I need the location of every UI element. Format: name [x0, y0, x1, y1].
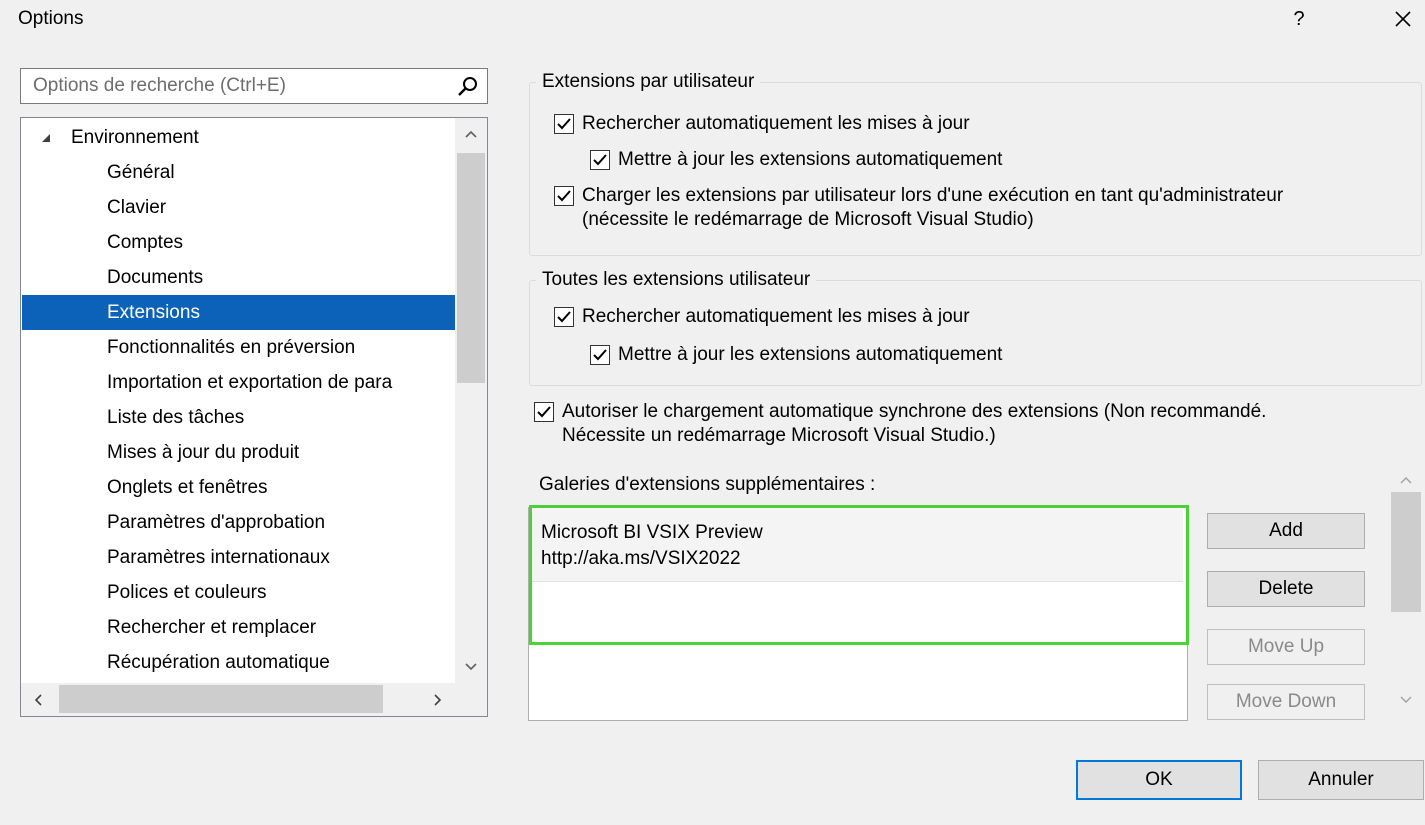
search-box — [20, 68, 488, 104]
gallery-entry-url: http://aka.ms/VSIX2022 — [541, 548, 741, 569]
close-icon — [1395, 11, 1411, 27]
scroll-right-icon[interactable] — [421, 683, 455, 716]
close-button[interactable] — [1384, 2, 1422, 36]
page-vertical-scroll-thumb[interactable] — [1391, 492, 1421, 612]
checkmark-icon — [593, 154, 607, 166]
per-user-auto-update-label: Mettre à jour les extensions automatique… — [618, 149, 1003, 170]
tree-vertical-scroll-thumb[interactable] — [457, 153, 485, 383]
collapse-triangle-icon[interactable] — [39, 133, 51, 143]
options-tree[interactable]: Environnement Général Clavier Comptes Do… — [20, 117, 488, 717]
all-users-check-updates-label: Rechercher automatiquement les mises à j… — [582, 306, 970, 327]
per-user-legend: Extensions par utilisateur — [536, 71, 761, 93]
window-title: Options — [18, 8, 84, 29]
tree-horizontal-scroll-thumb[interactable] — [59, 685, 383, 713]
tree-item-label: Environnement — [71, 127, 199, 148]
tree-item[interactable]: Paramètres d'approbation — [22, 505, 456, 540]
per-user-load-admin-label: Charger les extensions par utilisateur l… — [582, 185, 1284, 230]
ok-button[interactable]: OK — [1076, 760, 1242, 800]
all-users-check-updates-row[interactable]: Rechercher automatiquement les mises à j… — [554, 305, 970, 329]
help-icon: ? — [1293, 7, 1305, 30]
all-users-legend: Toutes les extensions utilisateur — [536, 269, 817, 291]
scroll-up-icon[interactable] — [1389, 470, 1423, 490]
tree-item[interactable]: Fonctionnalités en préversion — [22, 330, 456, 365]
search-input[interactable] — [21, 69, 465, 103]
move-up-button[interactable]: Move Up — [1207, 629, 1365, 665]
tree-item[interactable]: Polices et couleurs — [22, 575, 456, 610]
checkmark-icon — [557, 118, 571, 130]
gallery-list[interactable]: Microsoft BI VSIX Preview http://aka.ms/… — [528, 507, 1188, 721]
all-users-auto-update-checkbox[interactable] — [590, 345, 610, 365]
tree-item[interactable]: Récupération automatique — [22, 645, 456, 680]
checkmark-icon — [557, 311, 571, 323]
cancel-button[interactable]: Annuler — [1258, 760, 1424, 800]
tree-item[interactable]: Comptes — [22, 225, 456, 260]
move-down-button[interactable]: Move Down — [1207, 684, 1365, 720]
tree-item[interactable]: Documents — [22, 260, 456, 295]
gallery-entry[interactable]: Microsoft BI VSIX Preview http://aka.ms/… — [531, 510, 1183, 582]
per-user-load-admin-checkbox[interactable] — [554, 186, 574, 206]
scroll-down-icon[interactable] — [1389, 690, 1423, 710]
help-button[interactable]: ? — [1282, 2, 1316, 36]
tree-horizontal-scrollbar[interactable] — [21, 683, 487, 716]
per-user-check-updates-checkbox[interactable] — [554, 114, 574, 134]
page-vertical-scrollbar[interactable] — [1389, 470, 1423, 720]
scroll-down-icon[interactable] — [455, 651, 487, 683]
scroll-up-icon[interactable] — [455, 118, 487, 150]
tree-item[interactable]: Paramètres internationaux — [22, 540, 456, 575]
tree-item-environnement[interactable]: Environnement — [21, 120, 455, 155]
gallery-entry-name: Microsoft BI VSIX Preview — [541, 522, 763, 543]
tree-item[interactable]: Onglets et fenêtres — [22, 470, 456, 505]
tree-item[interactable]: Liste des tâches — [22, 400, 456, 435]
tree-item[interactable]: Importation et exportation de para — [22, 365, 456, 400]
per-user-auto-update-row[interactable]: Mettre à jour les extensions automatique… — [590, 148, 1002, 172]
per-user-auto-update-checkbox[interactable] — [590, 150, 610, 170]
add-button[interactable]: Add — [1207, 513, 1365, 549]
checkmark-icon — [593, 349, 607, 361]
checkmark-icon — [537, 406, 551, 418]
delete-button[interactable]: Delete — [1207, 571, 1365, 607]
scroll-left-icon[interactable] — [21, 683, 55, 716]
sync-load-label: Autoriser le chargement automatique sync… — [562, 401, 1267, 446]
tree-vertical-scrollbar[interactable] — [455, 118, 487, 683]
per-user-check-updates-label: Rechercher automatiquement les mises à j… — [582, 113, 970, 134]
search-icon[interactable] — [457, 76, 479, 98]
sync-load-checkbox[interactable] — [534, 402, 554, 422]
all-users-group: Toutes les extensions utilisateur — [529, 269, 1422, 386]
all-users-auto-update-label: Mettre à jour les extensions automatique… — [618, 344, 1003, 365]
sync-load-row[interactable]: Autoriser le chargement automatique sync… — [534, 400, 1334, 448]
tree-item[interactable]: Rechercher et remplacer — [22, 610, 456, 645]
tree-item[interactable]: Mises à jour du produit — [22, 435, 456, 470]
gallery-label: Galeries d'extensions supplémentaires : — [539, 474, 876, 495]
per-user-check-updates-row[interactable]: Rechercher automatiquement les mises à j… — [554, 112, 970, 136]
all-users-check-updates-checkbox[interactable] — [554, 307, 574, 327]
per-user-load-admin-row[interactable]: Charger les extensions par utilisateur l… — [554, 184, 1354, 232]
tree-item-selected[interactable]: Extensions — [22, 295, 456, 330]
checkmark-icon — [557, 190, 571, 202]
tree-item[interactable]: Général — [22, 155, 456, 190]
all-users-auto-update-row[interactable]: Mettre à jour les extensions automatique… — [590, 343, 1002, 367]
tree-item[interactable]: Clavier — [22, 190, 456, 225]
